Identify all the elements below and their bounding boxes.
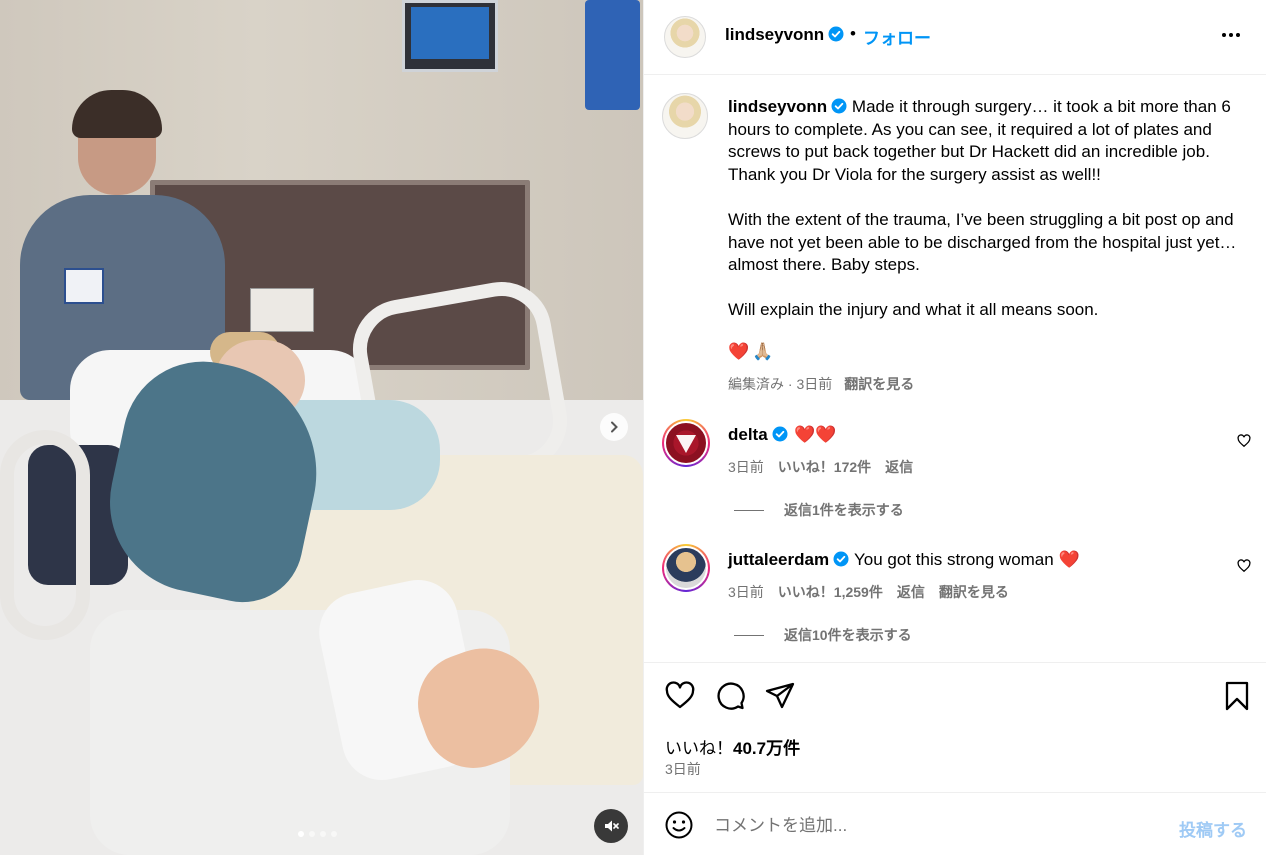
comment-input[interactable] bbox=[714, 813, 1154, 839]
red-heart-emoji: ❤️ bbox=[728, 342, 750, 361]
comment-reply-button[interactable]: 返信 bbox=[897, 582, 925, 602]
photo-sanitizer bbox=[585, 0, 640, 110]
caption-author-avatar[interactable] bbox=[662, 93, 708, 139]
comment-username[interactable]: delta bbox=[728, 425, 788, 445]
caption-meta: 編集済み · 3日前 翻訳を見る bbox=[728, 374, 914, 394]
comment-see-translation[interactable]: 翻訳を見る bbox=[939, 582, 1009, 602]
caption-text: Made it through surgery… it took a bit m… bbox=[728, 97, 1237, 320]
post-caption: lindseyvonn Made it through surgery… it … bbox=[728, 96, 1238, 322]
comment-username[interactable]: juttaleerdam bbox=[728, 550, 849, 570]
verified-badge-icon bbox=[772, 426, 788, 442]
comment-meta: 3日前 いいね！172件 返信 bbox=[728, 457, 913, 477]
carousel-dot bbox=[320, 831, 326, 837]
carousel-dot bbox=[298, 831, 304, 837]
mute-icon bbox=[605, 820, 619, 832]
comment-like-heart-icon[interactable] bbox=[1237, 559, 1251, 573]
comment-icon[interactable] bbox=[714, 680, 746, 712]
caption-see-translation[interactable]: 翻訳を見る bbox=[844, 376, 914, 392]
comment-composer: 投稿する bbox=[644, 792, 1266, 855]
comment-text: ❤️❤️ bbox=[794, 425, 837, 444]
comments-scroll-area[interactable]: lindseyvonn Made it through surgery… it … bbox=[644, 76, 1266, 662]
next-arrow-icon bbox=[611, 421, 618, 433]
comment-avatar-juttaleerdam[interactable] bbox=[662, 544, 710, 592]
post-media[interactable] bbox=[0, 0, 643, 855]
comment-like-count[interactable]: いいね！172件 bbox=[778, 457, 871, 477]
author-username[interactable]: lindseyvonn bbox=[725, 25, 844, 45]
comment-avatar-delta[interactable] bbox=[662, 419, 710, 467]
replies-divider bbox=[734, 509, 764, 511]
carousel-dot bbox=[331, 831, 337, 837]
emoji-icon[interactable] bbox=[664, 810, 694, 840]
post-header: lindseyvonn • フォロー bbox=[644, 0, 1266, 75]
post-date[interactable]: 3日前 bbox=[665, 759, 701, 779]
view-replies-label[interactable]: 返信10件を表示する bbox=[784, 625, 912, 645]
post-details-panel: lindseyvonn • フォロー lindseyvonn Made it t… bbox=[643, 0, 1266, 855]
like-heart-icon[interactable] bbox=[664, 680, 696, 712]
more-options-icon[interactable] bbox=[1222, 33, 1240, 37]
carousel-next-button[interactable] bbox=[600, 413, 628, 441]
verified-badge-icon bbox=[828, 26, 844, 42]
share-icon[interactable] bbox=[764, 680, 796, 712]
author-avatar[interactable] bbox=[664, 16, 706, 58]
comment-like-count[interactable]: いいね！1,259件 bbox=[778, 582, 883, 602]
comment-time[interactable]: 3日前 bbox=[728, 457, 764, 477]
view-replies-button[interactable]: 返信1件を表示する bbox=[734, 500, 904, 520]
comment-meta: 3日前 いいね！1,259件 返信 翻訳を見る bbox=[728, 582, 1009, 602]
header-separator: • bbox=[850, 24, 856, 43]
caption-username[interactable]: lindseyvonn bbox=[728, 97, 827, 116]
mute-button[interactable] bbox=[594, 809, 628, 843]
view-replies-button[interactable]: 返信10件を表示する bbox=[734, 625, 912, 645]
caption-edited-time: 編集済み · 3日前 bbox=[728, 376, 833, 392]
carousel-dot bbox=[309, 831, 315, 837]
verified-badge-icon bbox=[833, 551, 849, 567]
view-replies-label[interactable]: 返信1件を表示する bbox=[784, 500, 904, 520]
like-count[interactable]: いいね！40.7万件 bbox=[665, 734, 800, 759]
verified-badge-icon bbox=[831, 98, 847, 114]
replies-divider bbox=[734, 634, 764, 636]
comment-reply-button[interactable]: 返信 bbox=[885, 457, 913, 477]
carousel-indicator bbox=[298, 831, 337, 837]
comment-like-heart-icon[interactable] bbox=[1237, 434, 1251, 448]
post-comment-button[interactable]: 投稿する bbox=[1179, 816, 1247, 841]
comment-time[interactable]: 3日前 bbox=[728, 582, 764, 602]
post-actions: いいね！40.7万件 3日前 bbox=[644, 662, 1266, 792]
praying-hands-emoji: 🙏🏼 bbox=[752, 342, 774, 361]
save-bookmark-icon[interactable] bbox=[1221, 680, 1253, 712]
follow-button[interactable]: フォロー bbox=[863, 24, 931, 49]
delta-logo-icon bbox=[676, 435, 696, 453]
caption-emojis: ❤️ 🙏🏼 bbox=[728, 342, 773, 362]
comment-text: You got this strong woman ❤️ bbox=[854, 550, 1080, 569]
photo-monitor bbox=[402, 0, 498, 72]
